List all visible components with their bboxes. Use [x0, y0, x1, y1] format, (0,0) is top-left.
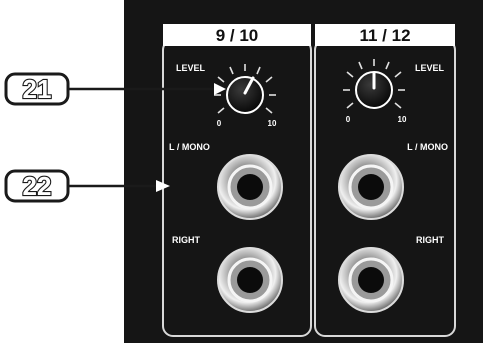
level-knob[interactable]	[355, 71, 393, 109]
mixer-panel-diagram: 9 / 10 LEVEL 0 10 L / MONO RIGHT 11 / 12…	[4, 0, 483, 343]
panel-background	[124, 0, 483, 343]
channel-title: 9 / 10	[216, 26, 259, 45]
channel-title: 11 / 12	[359, 26, 410, 45]
jack-bottom-label: RIGHT	[416, 235, 445, 245]
scale-max-label: 10	[398, 115, 407, 124]
input-jack-right[interactable]	[217, 247, 283, 313]
level-label: LEVEL	[176, 63, 206, 73]
input-jack-left-mono[interactable]	[217, 154, 283, 220]
callout-number: 21	[23, 74, 52, 104]
input-jack-right[interactable]	[338, 247, 404, 313]
input-jack-left-mono[interactable]	[338, 154, 404, 220]
jack-top-label: L / MONO	[169, 142, 210, 152]
level-label: LEVEL	[415, 63, 445, 73]
level-knob[interactable]	[226, 76, 264, 114]
jack-bottom-label: RIGHT	[172, 235, 201, 245]
scale-min-label: 0	[217, 119, 222, 128]
callout-number: 22	[23, 171, 52, 201]
scale-min-label: 0	[346, 115, 351, 124]
scale-max-label: 10	[268, 119, 277, 128]
jack-top-label: L / MONO	[407, 142, 448, 152]
